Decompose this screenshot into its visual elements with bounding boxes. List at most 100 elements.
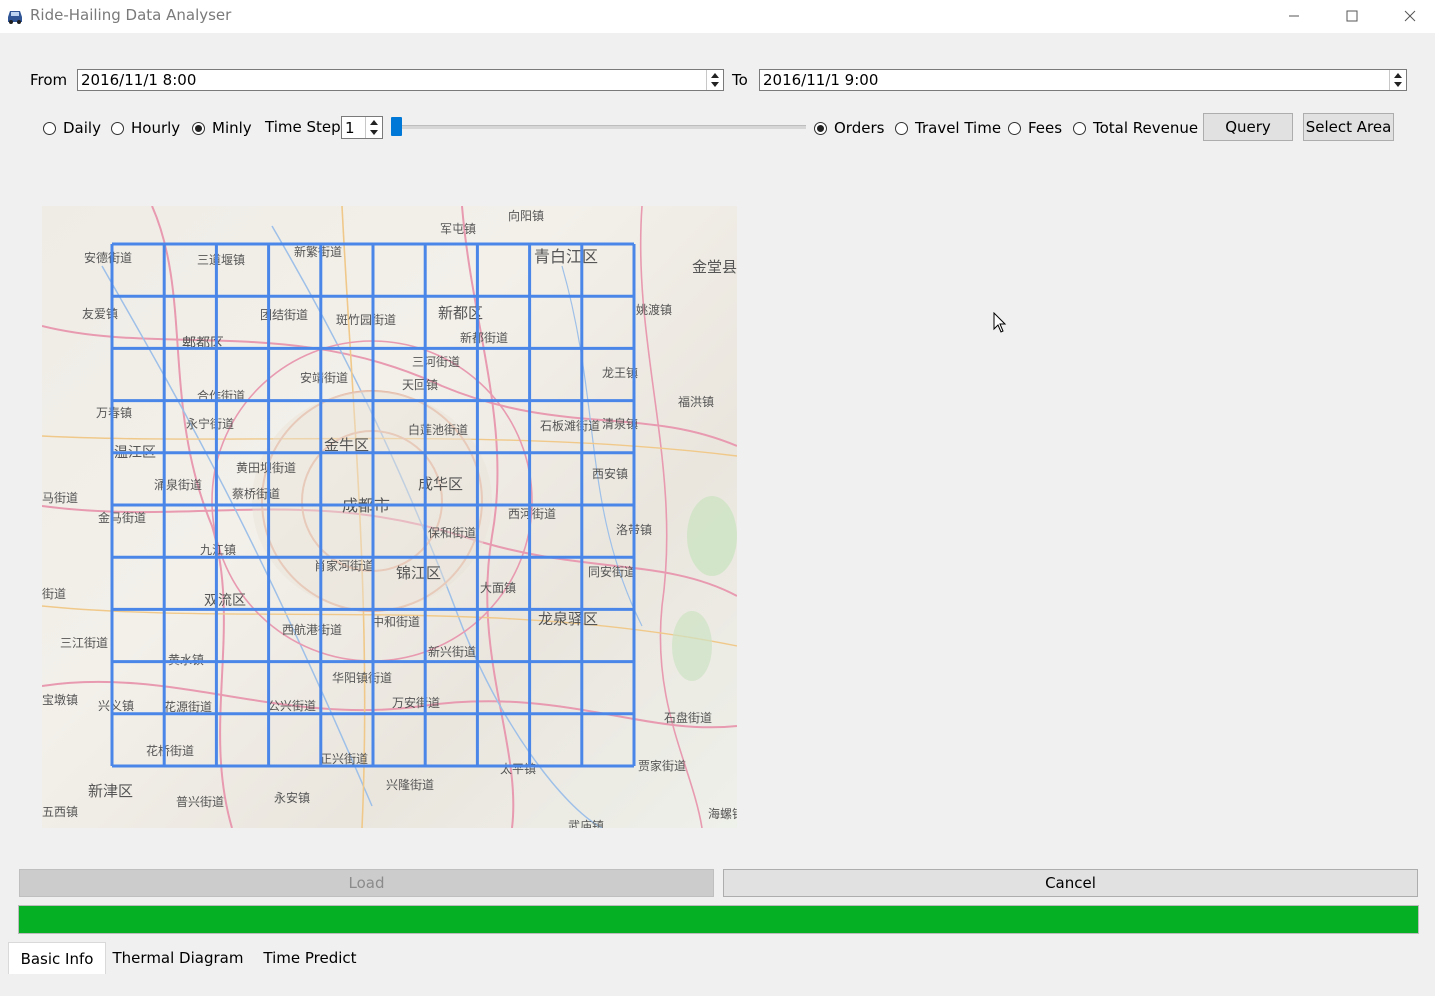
map-place-label: 金马街道 xyxy=(98,510,146,525)
minimize-icon xyxy=(1289,15,1299,17)
radio-circle[interactable] xyxy=(895,121,908,135)
radio-minly[interactable]: Minly xyxy=(192,119,252,137)
radio-circle[interactable] xyxy=(814,121,827,135)
time-step-slider-handle[interactable] xyxy=(391,117,402,136)
map-place-label: 斑竹园街道 xyxy=(336,313,396,327)
radio-circle[interactable] xyxy=(111,121,124,135)
map-place-label: 石盘街道 xyxy=(664,710,712,725)
to-datetime-spinner[interactable] xyxy=(1389,70,1406,90)
map-place-label: 安靖街道 xyxy=(300,370,348,385)
map-place-label: 金堂县 xyxy=(692,258,737,276)
map-place-label: 三道堰镇 xyxy=(197,253,245,267)
radio-orders[interactable]: Orders xyxy=(814,119,884,137)
tab-thermal-diagram-label: Thermal Diagram xyxy=(112,949,244,967)
map-place-label: 兴义镇 xyxy=(98,699,134,713)
map-place-label: 龙泉驿区 xyxy=(538,610,598,628)
radio-daily-label: Daily xyxy=(63,119,101,137)
progress-fill xyxy=(19,906,1418,933)
load-button[interactable]: Load xyxy=(19,869,714,897)
from-datetime-input[interactable]: 2016/11/1 8:00 xyxy=(77,69,724,91)
select-area-button[interactable]: Select Area xyxy=(1303,113,1394,141)
map-place-label: 永安镇 xyxy=(274,790,310,805)
map-place-label: 福洪镇 xyxy=(678,394,714,409)
title-bar: Ride-Hailing Data Analyser xyxy=(0,0,1435,33)
map-canvas: 向阳镇军屯镇安德街道 三道堰镇新繁街道 青白江区金堂县友爱镇 团结街道 斑竹园街道 新都区… xyxy=(42,206,737,828)
map-place-label: 兴隆街道 xyxy=(386,777,434,792)
map-place-label: 姚渡镇 xyxy=(636,302,672,317)
map-place-label: 肖家河街道 xyxy=(314,558,374,573)
spin-down-icon[interactable] xyxy=(370,130,378,135)
map-place-label: 永宁街道 xyxy=(186,416,234,431)
car-app-icon xyxy=(6,7,24,25)
map-place-label: 西航港街道 xyxy=(282,622,342,637)
time-step-spinner[interactable] xyxy=(365,117,382,138)
radio-travel-time-label: Travel Time xyxy=(915,119,1002,137)
map-place-label: 普兴街道 xyxy=(176,795,224,809)
map-place-label: 天回镇 xyxy=(402,378,438,392)
radio-fees-label: Fees xyxy=(1028,119,1063,137)
spin-up-icon[interactable] xyxy=(711,73,719,78)
radio-selected-dot xyxy=(195,124,202,132)
map-place-label: 马街道 xyxy=(42,491,78,505)
spin-up-icon[interactable] xyxy=(1394,73,1402,78)
map-place-label: 宝墩镇 xyxy=(42,693,78,707)
map-place-label: 金牛区 xyxy=(324,436,369,454)
map-place-label: 九江镇 xyxy=(200,543,236,557)
radio-daily[interactable]: Daily xyxy=(43,119,101,137)
radio-minly-label: Minly xyxy=(212,119,252,137)
map-place-label: 三河街道 xyxy=(412,355,460,369)
close-button[interactable] xyxy=(1381,0,1435,32)
map-place-label: 贾家街道 xyxy=(638,758,686,773)
to-label: To xyxy=(732,71,748,89)
to-datetime-input[interactable]: 2016/11/1 9:00 xyxy=(759,69,1407,91)
map-place-label: 白莲池街道 xyxy=(408,422,468,437)
map-place-label: 西安镇 xyxy=(592,466,628,481)
map-place-label: 万安街道 xyxy=(392,695,440,710)
cancel-button[interactable]: Cancel xyxy=(723,869,1418,897)
city-map[interactable]: 向阳镇 军屯镇 安德街道 三道堰镇 新繁街道 青白江区 金堂县 友爱镇 团结街道 斑竹园街道 新都区… xyxy=(42,206,737,828)
map-place-label: 蔡桥街道 xyxy=(232,487,280,501)
map-place-label: 黄田坝街道 xyxy=(236,461,296,475)
radio-travel-time[interactable]: Travel Time xyxy=(895,119,1001,137)
minimize-button[interactable] xyxy=(1265,0,1323,32)
progress-bar xyxy=(18,905,1419,934)
from-datetime-value: 2016/11/1 8:00 xyxy=(81,71,197,89)
map-place-label: 新兴街道 xyxy=(428,644,476,659)
radio-circle[interactable] xyxy=(192,121,205,135)
time-step-slider-track[interactable] xyxy=(396,125,806,129)
from-label: From xyxy=(30,71,68,89)
maximize-button[interactable] xyxy=(1323,0,1381,32)
map-place-label: 双流区 xyxy=(204,593,246,609)
map-place-label: 西河街道 xyxy=(508,507,556,521)
spin-up-icon[interactable] xyxy=(370,120,378,125)
radio-circle[interactable] xyxy=(43,121,56,135)
radio-circle[interactable] xyxy=(1008,121,1021,135)
map-place-label: 万春镇 xyxy=(96,406,132,420)
tab-time-predict[interactable]: Time Predict xyxy=(252,943,368,973)
radio-orders-label: Orders xyxy=(834,119,885,137)
map-place-label: 新都街道 xyxy=(460,330,508,345)
map-place-label: 保和街道 xyxy=(428,526,476,540)
map-place-label: 三江街道 xyxy=(60,636,108,650)
map-place-label: 正兴街道 xyxy=(320,752,368,766)
radio-hourly[interactable]: Hourly xyxy=(111,119,180,137)
from-datetime-spinner[interactable] xyxy=(706,70,723,90)
time-step-spinbox[interactable]: 1 xyxy=(341,116,383,139)
spin-down-icon[interactable] xyxy=(711,82,719,87)
tab-thermal-diagram[interactable]: Thermal Diagram xyxy=(104,943,252,973)
tab-basic-info[interactable]: Basic Info xyxy=(8,942,106,974)
maximize-icon xyxy=(1346,10,1358,22)
radio-fees[interactable]: Fees xyxy=(1008,119,1062,137)
map-place-label: 新繁街道 xyxy=(294,244,342,259)
map-place-label: 向阳镇 xyxy=(508,208,544,223)
mouse-cursor-icon xyxy=(993,311,1007,338)
spin-down-icon[interactable] xyxy=(1394,82,1402,87)
radio-total-revenue[interactable]: Total Revenue xyxy=(1073,119,1198,137)
close-icon xyxy=(1404,10,1416,22)
radio-hourly-label: Hourly xyxy=(131,119,181,137)
map-place-label: 石板滩街道 xyxy=(540,419,600,433)
map-place-label: 新津区 xyxy=(88,782,133,800)
query-button[interactable]: Query xyxy=(1203,113,1293,141)
time-step-value: 1 xyxy=(345,119,355,137)
radio-circle[interactable] xyxy=(1073,121,1086,135)
